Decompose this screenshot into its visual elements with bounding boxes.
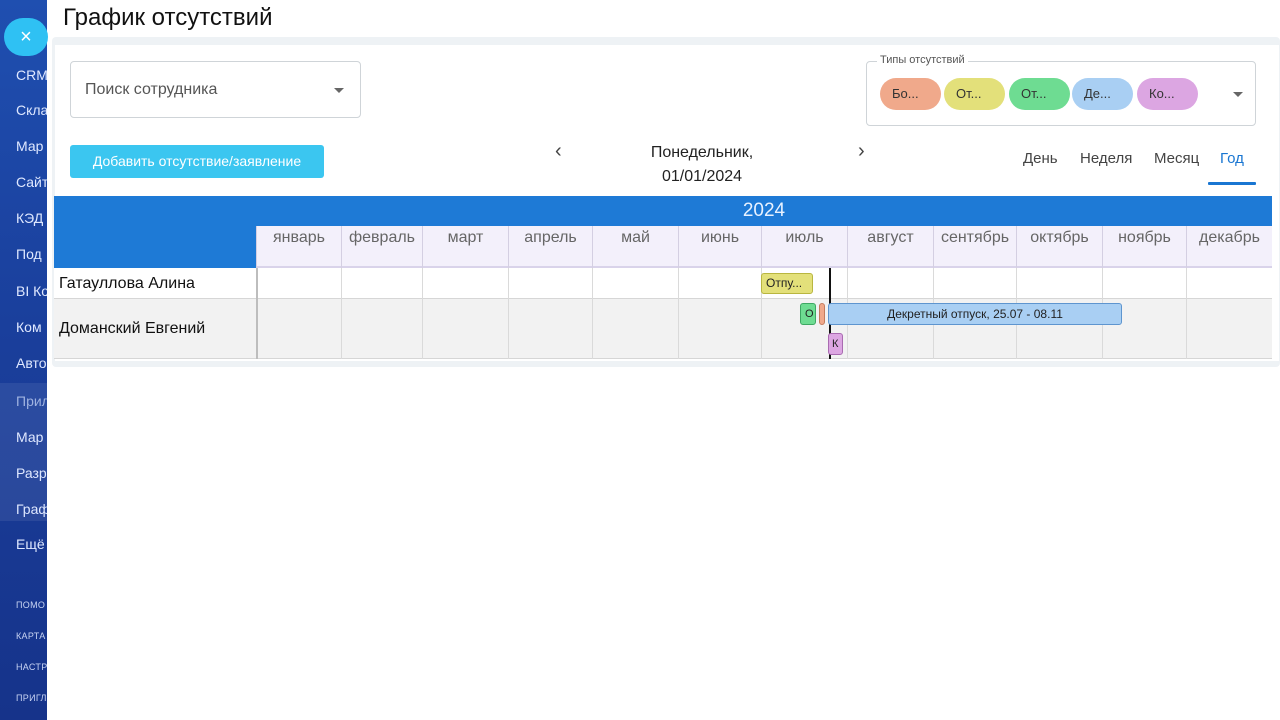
employee-row: Гатауллова Алина bbox=[54, 268, 1272, 299]
absence-bar-maternity[interactable]: Декретный отпуск, 25.07 - 08.11 bbox=[828, 303, 1122, 325]
sidebar-item-company[interactable]: Ком bbox=[16, 319, 42, 335]
absence-calendar-grid: 2024 январь февраль март апрель май июнь… bbox=[54, 196, 1272, 359]
absence-types-legend: Типы отсутствий bbox=[877, 54, 968, 66]
absence-chart-panel: График отсутствий Поиск сотрудника Добав… bbox=[47, 0, 1280, 720]
chip-label: Бо... bbox=[892, 86, 919, 101]
name-column-divider bbox=[256, 268, 258, 359]
absence-types-select[interactable]: Типы отсутствий Бо... От... От... Де... … bbox=[866, 54, 1256, 126]
month-divider bbox=[422, 268, 423, 359]
month-divider bbox=[678, 268, 679, 359]
sidebar-item-map[interactable]: КАРТА bbox=[16, 631, 46, 641]
close-slider-button[interactable]: × bbox=[4, 18, 48, 56]
chip-label: От... bbox=[1021, 86, 1047, 101]
current-weekday: Понедельник, bbox=[650, 144, 754, 161]
chip-label: Ко... bbox=[1149, 86, 1175, 101]
month-header: декабрь bbox=[1186, 226, 1272, 268]
chevron-left-icon: ‹ bbox=[555, 140, 562, 162]
month-header-row: январь февраль март апрель май июнь июль… bbox=[256, 226, 1272, 268]
month-header: июль bbox=[761, 226, 847, 268]
absence-bar-vacation[interactable]: Отпу... bbox=[761, 273, 813, 294]
sidebar-item-help[interactable]: ПОМО bbox=[16, 600, 45, 610]
sidebar-item-absence-chart[interactable]: Граф bbox=[16, 501, 50, 517]
employee-name[interactable]: Гатауллова Алина bbox=[59, 275, 195, 293]
month-header: апрель bbox=[508, 226, 592, 268]
add-absence-button[interactable]: Добавить отсутствие/заявление bbox=[70, 145, 324, 178]
sidebar-item-invite[interactable]: ПРИГЛ bbox=[16, 693, 47, 703]
month-header: сентябрь bbox=[933, 226, 1016, 268]
sidebar-item-dev[interactable]: Разр bbox=[16, 465, 47, 481]
month-divider bbox=[1186, 268, 1187, 359]
sidebar-item-apps[interactable]: Прил bbox=[16, 393, 50, 409]
next-period-button[interactable]: › bbox=[858, 140, 865, 163]
sidebar-item-crm[interactable]: CRM bbox=[16, 67, 48, 83]
month-header: ноябрь bbox=[1102, 226, 1186, 268]
chevron-down-icon[interactable] bbox=[1233, 92, 1243, 97]
sidebar-item-automation[interactable]: Авто bbox=[16, 355, 47, 371]
month-header: октябрь bbox=[1016, 226, 1102, 268]
current-date: 01/01/2024 bbox=[661, 168, 743, 185]
month-header: март bbox=[422, 226, 508, 268]
sidebar-item-subscriptions[interactable]: Под bbox=[16, 246, 42, 262]
month-header: февраль bbox=[341, 226, 422, 268]
month-divider bbox=[341, 268, 342, 359]
tab-day[interactable]: День bbox=[1023, 150, 1058, 167]
tab-month[interactable]: Месяц bbox=[1154, 150, 1199, 167]
absence-type-chip-business-trip[interactable]: Ко... bbox=[1137, 78, 1198, 110]
month-header: август bbox=[847, 226, 933, 268]
active-tab-indicator bbox=[1208, 182, 1256, 185]
sidebar-item-bi[interactable]: BI Ко bbox=[16, 283, 49, 299]
chip-label: Де... bbox=[1084, 86, 1111, 101]
month-header: январь bbox=[256, 226, 341, 268]
close-icon: × bbox=[20, 26, 32, 48]
year-header: 2024 bbox=[256, 196, 1272, 226]
page-title: График отсутствий bbox=[63, 4, 273, 31]
absence-type-chip-maternity[interactable]: Де... bbox=[1072, 78, 1133, 110]
sidebar-item-settings[interactable]: НАСТР bbox=[16, 662, 48, 672]
sidebar-item-market[interactable]: Мар bbox=[16, 429, 43, 445]
sidebar-item-ked[interactable]: КЭД bbox=[16, 210, 43, 226]
absence-bar-sick[interactable] bbox=[819, 303, 825, 325]
chevron-right-icon: › bbox=[858, 140, 865, 162]
sidebar-item-marketing[interactable]: Мар bbox=[16, 138, 43, 154]
month-divider bbox=[508, 268, 509, 359]
month-header: июнь bbox=[678, 226, 761, 268]
absence-bar-business-trip[interactable]: К bbox=[828, 333, 843, 355]
current-date-label: Понедельник, 01/01/2024 bbox=[632, 141, 772, 189]
absence-type-chip-leave[interactable]: От... bbox=[1009, 78, 1070, 110]
sidebar-item-sites[interactable]: Сайт bbox=[16, 174, 48, 190]
employee-search-placeholder: Поиск сотрудника bbox=[85, 81, 218, 98]
chevron-down-icon bbox=[334, 88, 344, 93]
tab-week[interactable]: Неделя bbox=[1080, 150, 1132, 167]
employee-name[interactable]: Доманский Евгений bbox=[59, 320, 205, 338]
month-header: май bbox=[592, 226, 678, 268]
chip-label: От... bbox=[956, 86, 982, 101]
tab-year[interactable]: Год bbox=[1220, 150, 1244, 167]
employee-search-select[interactable]: Поиск сотрудника bbox=[70, 61, 361, 118]
prev-period-button[interactable]: ‹ bbox=[555, 140, 562, 163]
absence-type-chip-sick[interactable]: Бо... bbox=[880, 78, 941, 110]
absence-bar-leave[interactable]: О bbox=[800, 303, 816, 325]
sidebar-item-more[interactable]: Ещё bbox=[16, 536, 45, 552]
absence-type-chip-vacation[interactable]: От... bbox=[944, 78, 1005, 110]
grid-corner-header bbox=[54, 196, 256, 268]
sidebar-item-warehouse[interactable]: Скла bbox=[16, 102, 48, 118]
month-divider bbox=[592, 268, 593, 359]
